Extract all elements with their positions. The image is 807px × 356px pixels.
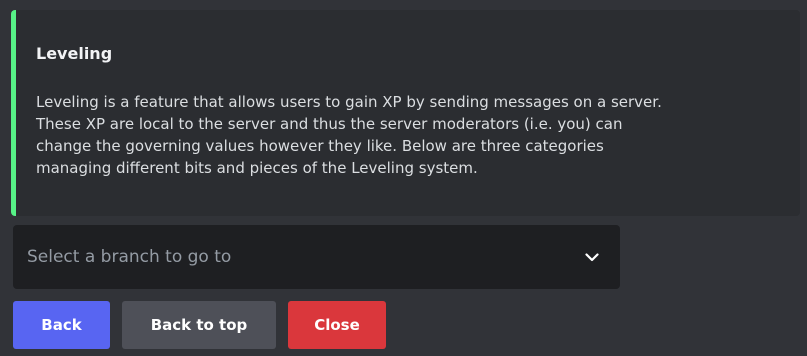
- embed-description-line: managing different bits and pieces of th…: [36, 159, 478, 177]
- back-button[interactable]: Back: [13, 301, 110, 349]
- embed-accent-bar: [11, 10, 16, 216]
- embed-description-line: Leveling is a feature that allows users …: [36, 93, 662, 111]
- embed-description-line: change the governing values however they…: [36, 137, 604, 155]
- branch-select-placeholder: Select a branch to go to: [27, 247, 232, 267]
- embed-description-line: These XP are local to the server and thu…: [36, 115, 623, 133]
- embed-description: Leveling is a feature that allows users …: [36, 91, 796, 179]
- embed-title: Leveling: [36, 44, 113, 63]
- embed-card: Leveling Leveling is a feature that allo…: [11, 10, 800, 216]
- close-button[interactable]: Close: [288, 301, 386, 349]
- chevron-down-icon: [584, 249, 600, 265]
- back-to-top-button[interactable]: Back to top: [122, 301, 276, 349]
- branch-select-dropdown[interactable]: Select a branch to go to: [13, 225, 620, 289]
